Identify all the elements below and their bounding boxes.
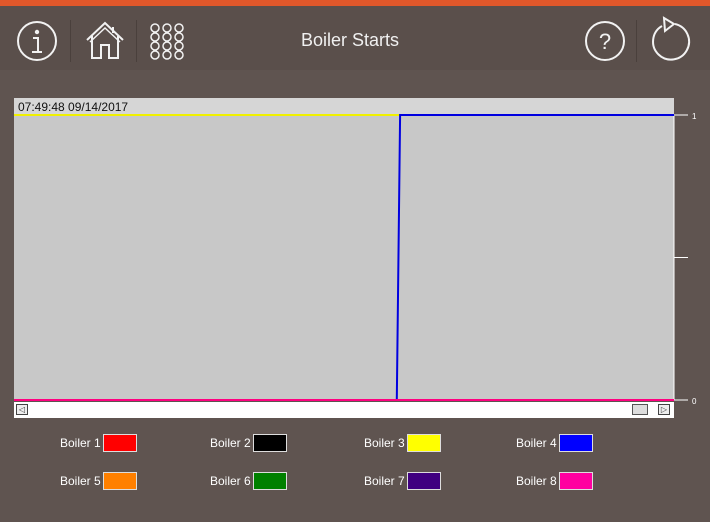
- legend-swatch[interactable]: [406, 472, 441, 490]
- legend-item: Boiler 2: [210, 434, 287, 452]
- header-divider: [70, 20, 71, 62]
- legend-label: Boiler 7: [364, 474, 405, 488]
- legend-label: Boiler 6: [210, 474, 251, 488]
- scroll-thumb[interactable]: [632, 404, 648, 415]
- legend-swatch[interactable]: [406, 434, 441, 452]
- legend-swatch[interactable]: [558, 434, 593, 452]
- legend-swatch[interactable]: [558, 472, 593, 490]
- legend-swatch[interactable]: [102, 472, 137, 490]
- legend-item: Boiler 1: [60, 434, 137, 452]
- legend-swatch[interactable]: [252, 434, 287, 452]
- legend-label: Boiler 4: [516, 436, 557, 450]
- y-tick-label: 0: [692, 397, 697, 406]
- legend-item: Boiler 5: [60, 472, 137, 490]
- header-divider: [636, 20, 637, 62]
- header-divider: [136, 20, 137, 62]
- page-title: Boiler Starts: [300, 30, 400, 50]
- plot-area: [14, 98, 674, 400]
- legend-item: Boiler 6: [210, 472, 287, 490]
- info-icon[interactable]: [12, 16, 62, 66]
- legend-label: Boiler 8: [516, 474, 557, 488]
- legend-item: Boiler 4: [516, 434, 593, 452]
- legend-label: Boiler 5: [60, 474, 101, 488]
- chart-timestamp: 07:49:48 09/14/2017: [18, 100, 128, 114]
- legend-label: Boiler 3: [364, 436, 405, 450]
- legend-item: Boiler 8: [516, 472, 593, 490]
- header-bar: Boiler Starts ?: [0, 6, 710, 70]
- scroll-left-button[interactable]: ◁: [16, 404, 28, 415]
- trend-chart: 07:49:48 09/14/2017 1 0: [14, 98, 697, 406]
- y-tick-label: 1: [692, 112, 697, 121]
- legend: Boiler 1 Boiler 2 Boiler 3 Boiler 4 Boil…: [0, 425, 710, 505]
- help-icon[interactable]: ?: [580, 16, 630, 66]
- svg-text:?: ?: [599, 29, 611, 54]
- legend-label: Boiler 2: [210, 436, 251, 450]
- legend-label: Boiler 1: [60, 436, 101, 450]
- scroll-right-button[interactable]: ▷: [658, 404, 670, 415]
- menu-grid-icon[interactable]: [142, 16, 192, 66]
- home-icon[interactable]: [80, 16, 130, 66]
- legend-item: Boiler 3: [364, 434, 441, 452]
- legend-swatch[interactable]: [252, 472, 287, 490]
- back-icon[interactable]: [644, 16, 694, 66]
- legend-item: Boiler 7: [364, 472, 441, 490]
- legend-swatch[interactable]: [102, 434, 137, 452]
- chart-scrollbar[interactable]: ◁ ▷: [14, 402, 674, 418]
